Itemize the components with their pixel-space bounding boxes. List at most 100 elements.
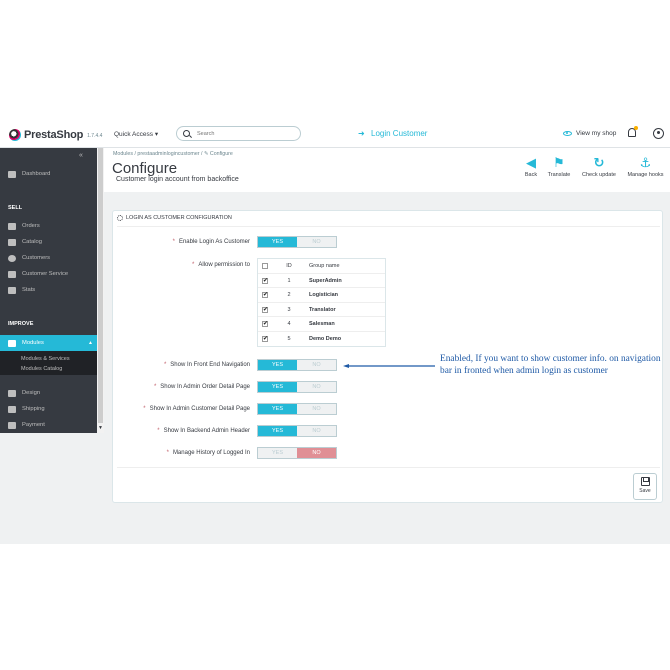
app-window: PrestaShop 1.7.4.4 Quick Access ▾ ➜ Logi… [0, 0, 670, 670]
admin-order-toggle[interactable]: YES NO [257, 381, 337, 393]
search-box[interactable] [176, 126, 301, 141]
sidebar-item-design[interactable]: Design [0, 385, 97, 401]
sidebar-item-orders[interactable]: Orders [0, 218, 97, 234]
login-customer-link[interactable]: ➜ Login Customer [358, 129, 427, 138]
manage-hooks-label: Manage hooks [627, 172, 664, 178]
search-input[interactable] [197, 130, 292, 138]
translate-button[interactable]: ⚑ Translate [545, 155, 573, 178]
toggle-no[interactable]: NO [297, 382, 336, 392]
panel-heading-label: LOGIN AS CUSTOMER CONFIGURATION [126, 215, 232, 221]
admin-customer-toggle[interactable]: YES NO [257, 403, 337, 415]
row-checkbox[interactable]: ✔ [262, 335, 268, 342]
sidebar-item-label: Stats [22, 287, 36, 293]
collapse-sidebar-icon[interactable]: « [79, 152, 83, 159]
row-id: 3 [287, 306, 291, 313]
view-shop-link[interactable]: View my shop [563, 130, 616, 137]
permission-table: ID Group name ✔ 1 SuperAdmin ✔ 2 Logisti… [257, 258, 386, 347]
sidebar-section-improve: IMPROVE [8, 321, 34, 327]
sidebar-item-label: Customers [22, 255, 51, 261]
save-button[interactable]: Save [633, 473, 657, 500]
sidebar-item-label: Dashboard [22, 171, 51, 177]
sidebar-item-customer-service[interactable]: Customer Service [0, 266, 97, 282]
table-row: ✔ 4 Salesman [258, 317, 385, 332]
view-shop-label: View my shop [576, 130, 617, 137]
label-allow-permission: * Allow permission to [191, 262, 250, 268]
table-row: ✔ 1 SuperAdmin [258, 274, 385, 288]
flag-icon: ⚑ [553, 155, 565, 170]
customer-icon [8, 254, 16, 262]
sidebar-item-dashboard[interactable]: Dashboard [0, 166, 97, 182]
search-icon [183, 130, 190, 137]
row-checkbox[interactable]: ✔ [262, 277, 268, 284]
toggle-no[interactable]: NO [297, 237, 336, 247]
eye-icon [563, 131, 572, 136]
top-header: PrestaShop 1.7.4.4 Quick Access ▾ ➜ Logi… [0, 120, 670, 148]
save-disk-icon [640, 477, 650, 486]
backend-header-toggle[interactable]: YES NO [257, 425, 337, 437]
sidebar-item-label: Design [22, 390, 41, 396]
scroll-down-icon[interactable]: ▼ [98, 425, 103, 431]
label-admin-order: * Show In Admin Order Detail Page [153, 384, 250, 390]
manage-history-toggle[interactable]: YES NO [257, 447, 337, 459]
sidebar-item-label: Catalog [22, 239, 42, 245]
column-header-id: ID [286, 263, 292, 269]
divider [117, 226, 660, 227]
check-update-label: Check update [582, 172, 616, 178]
puzzle-icon [8, 339, 16, 347]
toggle-yes[interactable]: YES [258, 426, 297, 436]
toggle-no[interactable]: NO [297, 426, 336, 436]
user-avatar-icon[interactable] [653, 128, 664, 139]
divider [117, 467, 660, 468]
check-update-button[interactable]: ↻ Check update [578, 155, 620, 178]
label-backend-header: * Show In Backend Admin Header [157, 428, 250, 434]
row-group-name: SuperAdmin [309, 277, 342, 284]
column-header-group: Group name [309, 263, 340, 269]
back-button[interactable]: ◀ Back [523, 155, 539, 178]
row-checkbox[interactable]: ✔ [262, 321, 268, 327]
toggle-no[interactable]: NO [297, 448, 336, 458]
toggle-yes[interactable]: YES [258, 404, 297, 414]
gear-icon [117, 215, 123, 221]
toggle-yes[interactable]: YES [258, 237, 297, 247]
row-checkbox[interactable]: ✔ [262, 292, 268, 298]
sidebar-item-label: Customer Service [22, 271, 69, 277]
manage-hooks-button[interactable]: ⚓ Manage hooks [624, 155, 667, 178]
sidebar-scrollbar[interactable]: ▼ [97, 148, 104, 433]
scrollbar-thumb[interactable] [98, 148, 103, 423]
sidebar: « Dashboard SELL Orders Catalog Customer… [0, 148, 104, 433]
sidebar-item-payment[interactable]: Payment [0, 417, 97, 433]
toggle-yes[interactable]: YES [258, 360, 297, 370]
toggle-no[interactable]: NO [297, 404, 336, 414]
sidebar-item-customers[interactable]: Customers [0, 250, 97, 266]
front-end-nav-toggle[interactable]: YES NO [257, 359, 337, 371]
toggle-no[interactable]: NO [297, 360, 336, 370]
sidebar-item-label: Payment [22, 422, 45, 428]
refresh-icon: ↻ [593, 155, 605, 170]
sidebar-item-label: Orders [22, 223, 40, 229]
toggle-yes[interactable]: YES [258, 448, 297, 458]
prestashop-logo[interactable]: PrestaShop 1.7.4.4 [9, 128, 102, 142]
sidebar-submenu-modules: Modules & Services Modules Catalog [0, 351, 97, 375]
row-group-name: Translator [309, 306, 336, 313]
enable-login-toggle[interactable]: YES NO [257, 236, 337, 248]
breadcrumb[interactable]: Modules / prestaadminlogincustomer / ✎ C… [113, 151, 233, 157]
bottom-background [0, 544, 670, 670]
sidebar-item-catalog[interactable]: Catalog [0, 234, 97, 250]
label-admin-customer: * Show In Admin Customer Detail Page [143, 406, 250, 412]
annotation-text: Enabled, If you want to show customer in… [440, 354, 661, 376]
page-title: Configure [112, 160, 178, 177]
row-group-name: Salesman [309, 321, 335, 327]
select-all-checkbox[interactable] [262, 263, 268, 269]
sidebar-subitem-modules-services[interactable]: Modules & Services [21, 356, 70, 362]
sidebar-subitem-modules-catalog[interactable]: Modules Catalog [21, 366, 62, 372]
row-checkbox[interactable]: ✔ [262, 306, 268, 313]
sidebar-item-stats[interactable]: Stats [0, 282, 97, 298]
row-id: 5 [287, 335, 291, 342]
sidebar-item-shipping[interactable]: Shipping [0, 401, 97, 417]
quick-access-dropdown[interactable]: Quick Access ▾ [114, 130, 158, 138]
toggle-yes[interactable]: YES [258, 382, 297, 392]
chat-icon [8, 270, 16, 278]
sidebar-item-modules[interactable]: Modules ▲ [0, 335, 97, 351]
store-icon [8, 238, 16, 246]
annotation-arrow [343, 364, 435, 368]
